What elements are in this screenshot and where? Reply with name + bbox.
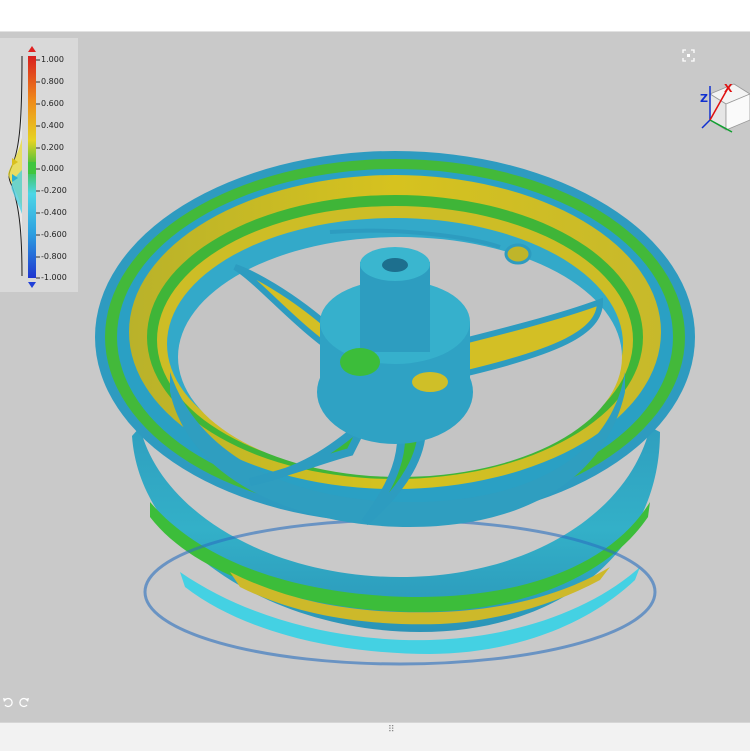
legend-min-arrow	[28, 282, 36, 288]
legend-tick: 0.600	[41, 99, 64, 108]
fit-view-icon[interactable]	[682, 49, 695, 62]
legend-tick: -0.600	[41, 230, 67, 239]
undo-icon[interactable]	[2, 696, 14, 708]
legend-tick: 0.000	[41, 164, 64, 173]
panel-resize-grip-icon[interactable]: ⠿	[388, 725, 395, 735]
legend-tick: -0.800	[41, 252, 67, 261]
top-toolbar	[0, 0, 750, 32]
legend-tick: -0.200	[41, 186, 67, 195]
legend-max-arrow	[28, 46, 36, 52]
hub-bore	[382, 258, 408, 272]
legend-tick: 0.800	[41, 77, 64, 86]
legend-tick: 0.200	[41, 143, 64, 152]
legend-tick: -0.400	[41, 208, 67, 217]
3d-viewport[interactable]: 1.000 0.800 0.600 0.400 0.200 0.000 -0.2…	[0, 32, 750, 722]
hub-patch-yellow	[412, 372, 448, 392]
legend-tick: 1.000	[41, 55, 64, 64]
legend-tick: -1.000	[41, 273, 67, 282]
axis-z-label: Z	[700, 92, 708, 105]
redo-icon[interactable]	[18, 696, 30, 708]
axis-x-label: X	[724, 82, 733, 95]
wheel-model[interactable]	[0, 32, 750, 722]
legend-tick: 0.400	[41, 121, 64, 130]
valve-hole	[504, 243, 532, 265]
hub-patch-green	[340, 348, 380, 376]
deviation-color-legend[interactable]: 1.000 0.800 0.600 0.400 0.200 0.000 -0.2…	[0, 38, 78, 292]
legend-zero-band	[28, 162, 36, 174]
bottom-status-bar: ⠿	[0, 722, 750, 751]
